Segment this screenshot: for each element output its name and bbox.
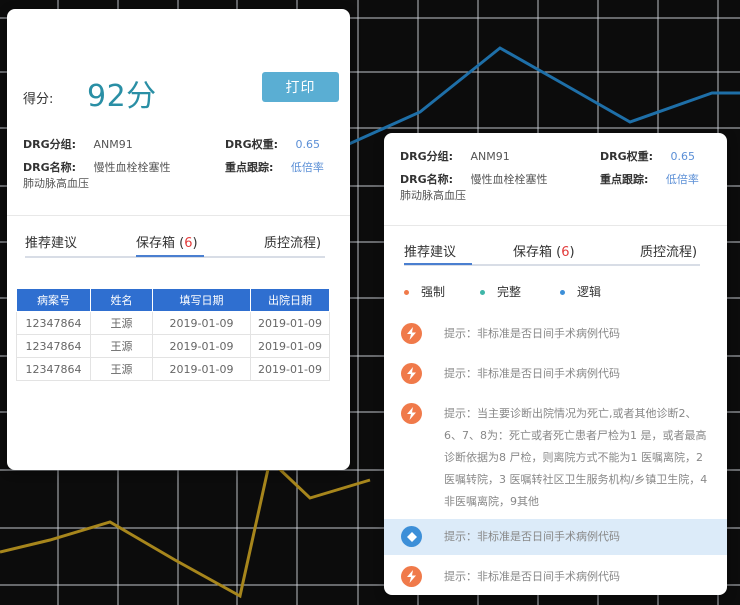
case-table: 病案号 姓名 填写日期 出院日期 12347864 王源 2019-01-09 … — [16, 288, 330, 381]
drg-name-label: DRG名称: — [400, 173, 454, 186]
col-discharge-date[interactable]: 出院日期 — [250, 288, 330, 312]
tab-bar: 推荐建议 保存箱 (6) 质控流程) — [404, 241, 700, 269]
drg-weight: DRG权重: 0.65 — [225, 137, 320, 153]
focus-label: 重点跟踪: — [225, 161, 274, 174]
hint-item[interactable]: 提示：非标准是否日间手术病例代码 — [384, 564, 727, 594]
hint-item[interactable]: 提示：当主要诊断出院情况为死亡,或者其他诊断2、6、7、8为：死亡或者死亡患者尸… — [384, 399, 727, 519]
col-fill-date[interactable]: 填写日期 — [152, 288, 251, 312]
print-button[interactable]: 打印 — [262, 72, 339, 102]
tab-save-box-label: 保存箱 — [136, 236, 176, 251]
drg-weight-value: 0.65 — [295, 138, 321, 151]
hint-item[interactable]: 提示：非标准是否日间手术病例代码 — [384, 359, 727, 389]
lightning-icon — [401, 566, 422, 587]
cell-fill-date: 2019-01-09 — [152, 311, 251, 335]
hint-item[interactable]: 提示：非标准是否日间手术病例代码 — [384, 319, 727, 349]
legend-label: 强制 — [421, 285, 446, 299]
score-card: 得分: 92分 打印 DRG分组: ANM91 DRG权重: 0.65 DRG名… — [7, 9, 350, 470]
legend-complete: 完整 — [480, 283, 521, 300]
tab-bar: 推荐建议 保存箱 (6) 质控流程) — [25, 232, 325, 260]
divider — [7, 215, 350, 216]
focus-value[interactable]: 低倍率 — [291, 161, 324, 174]
score-value: 92分 — [87, 79, 157, 114]
focus-label: 重点跟踪: — [600, 173, 649, 186]
drg-group-value: ANM91 — [470, 150, 510, 163]
score-label: 得分: — [23, 92, 54, 107]
legend-mandatory: 强制 — [404, 283, 445, 300]
hint-card: DRG分组: ANM91 DRG权重: 0.65 DRG名称: 慢性血栓栓塞性 … — [384, 133, 727, 595]
focus-value[interactable]: 低倍率 — [666, 173, 699, 186]
cell-name: 王源 — [90, 357, 153, 381]
cell-case-no: 12347864 — [16, 334, 91, 358]
tab-save-box-label: 保存箱 — [513, 245, 553, 260]
drg-group: DRG分组: ANM91 — [400, 149, 510, 165]
cell-name: 王源 — [90, 311, 153, 335]
cell-discharge-date: 2019-01-09 — [250, 357, 330, 381]
drg-name-label: DRG名称: — [23, 161, 77, 174]
hint-item-selected[interactable]: 提示：非标准是否日间手术病例代码 — [384, 519, 727, 555]
drg-weight-label: DRG权重: — [600, 150, 654, 163]
drg-group-value: ANM91 — [93, 138, 133, 151]
table-row[interactable]: 12347864 王源 2019-01-09 2019-01-09 — [16, 334, 330, 358]
tab-recommend[interactable]: 推荐建议 — [404, 241, 456, 260]
table-row[interactable]: 12347864 王源 2019-01-09 2019-01-09 — [16, 357, 330, 381]
cell-discharge-date: 2019-01-09 — [250, 311, 330, 335]
table-header-row: 病案号 姓名 填写日期 出院日期 — [16, 288, 330, 312]
cell-case-no: 12347864 — [16, 357, 91, 381]
score-row: 得分: 92分 打印 — [23, 71, 339, 114]
drg-name: DRG名称: 慢性血栓栓塞性 肺动脉高血压 — [23, 160, 223, 192]
lightning-icon — [401, 403, 422, 424]
drg-name-continued: 肺动脉高血压 — [400, 189, 466, 202]
cell-case-no: 12347864 — [16, 311, 91, 335]
drg-weight-value: 0.65 — [670, 150, 696, 163]
drg-weight: DRG权重: 0.65 — [600, 149, 695, 165]
cell-name: 王源 — [90, 334, 153, 358]
drg-name-value: 慢性血栓栓塞性 — [93, 161, 171, 174]
legend-logic: 逻辑 — [560, 283, 601, 300]
drg-group: DRG分组: ANM91 — [23, 137, 133, 153]
table-row[interactable]: 12347864 王源 2019-01-09 2019-01-09 — [16, 311, 330, 335]
drg-group-label: DRG分组: — [23, 138, 77, 151]
tab-save-box-count: 6 — [184, 236, 193, 251]
cell-fill-date: 2019-01-09 — [152, 357, 251, 381]
focus-tracking: 重点跟踪: 低倍率 — [600, 172, 699, 188]
focus-tracking: 重点跟踪: 低倍率 — [225, 160, 324, 176]
legend-label: 完整 — [497, 285, 522, 299]
hint-text: 提示：非标准是否日间手术病例代码 — [444, 367, 620, 380]
tab-save-box[interactable]: 保存箱 (6) — [513, 241, 575, 260]
tab-active-indicator — [136, 255, 204, 257]
lightning-icon — [401, 363, 422, 384]
drg-group-label: DRG分组: — [400, 150, 454, 163]
lightning-icon — [401, 323, 422, 344]
cell-discharge-date: 2019-01-09 — [250, 334, 330, 358]
tab-save-box-count: 6 — [561, 245, 570, 260]
hint-text: 提示：非标准是否日间手术病例代码 — [444, 570, 620, 583]
drg-name: DRG名称: 慢性血栓栓塞性 肺动脉高血压 — [400, 172, 600, 204]
cell-fill-date: 2019-01-09 — [152, 334, 251, 358]
legend-dot — [404, 290, 409, 295]
tab-active-indicator — [404, 263, 472, 265]
col-case-no[interactable]: 病案号 — [16, 288, 91, 312]
hint-text: 提示：当主要诊断出院情况为死亡,或者其他诊断2、6、7、8为：死亡或者死亡患者尸… — [444, 407, 708, 508]
drg-name-value: 慢性血栓栓塞性 — [470, 173, 548, 186]
hint-text: 提示：非标准是否日间手术病例代码 — [444, 327, 620, 340]
drg-weight-label: DRG权重: — [225, 138, 279, 151]
hint-text: 提示：非标准是否日间手术病例代码 — [444, 530, 620, 543]
diamond-icon — [401, 526, 422, 547]
divider — [384, 225, 727, 226]
tab-qc-flow[interactable]: 质控流程) — [640, 241, 697, 260]
tab-qc-flow[interactable]: 质控流程) — [264, 232, 321, 251]
drg-name-continued: 肺动脉高血压 — [23, 177, 89, 190]
legend-label: 逻辑 — [577, 285, 602, 299]
tab-recommend[interactable]: 推荐建议 — [25, 232, 77, 251]
legend-dot — [480, 290, 485, 295]
legend-dot — [560, 290, 565, 295]
tab-save-box[interactable]: 保存箱 (6) — [136, 232, 198, 251]
col-name[interactable]: 姓名 — [90, 288, 153, 312]
